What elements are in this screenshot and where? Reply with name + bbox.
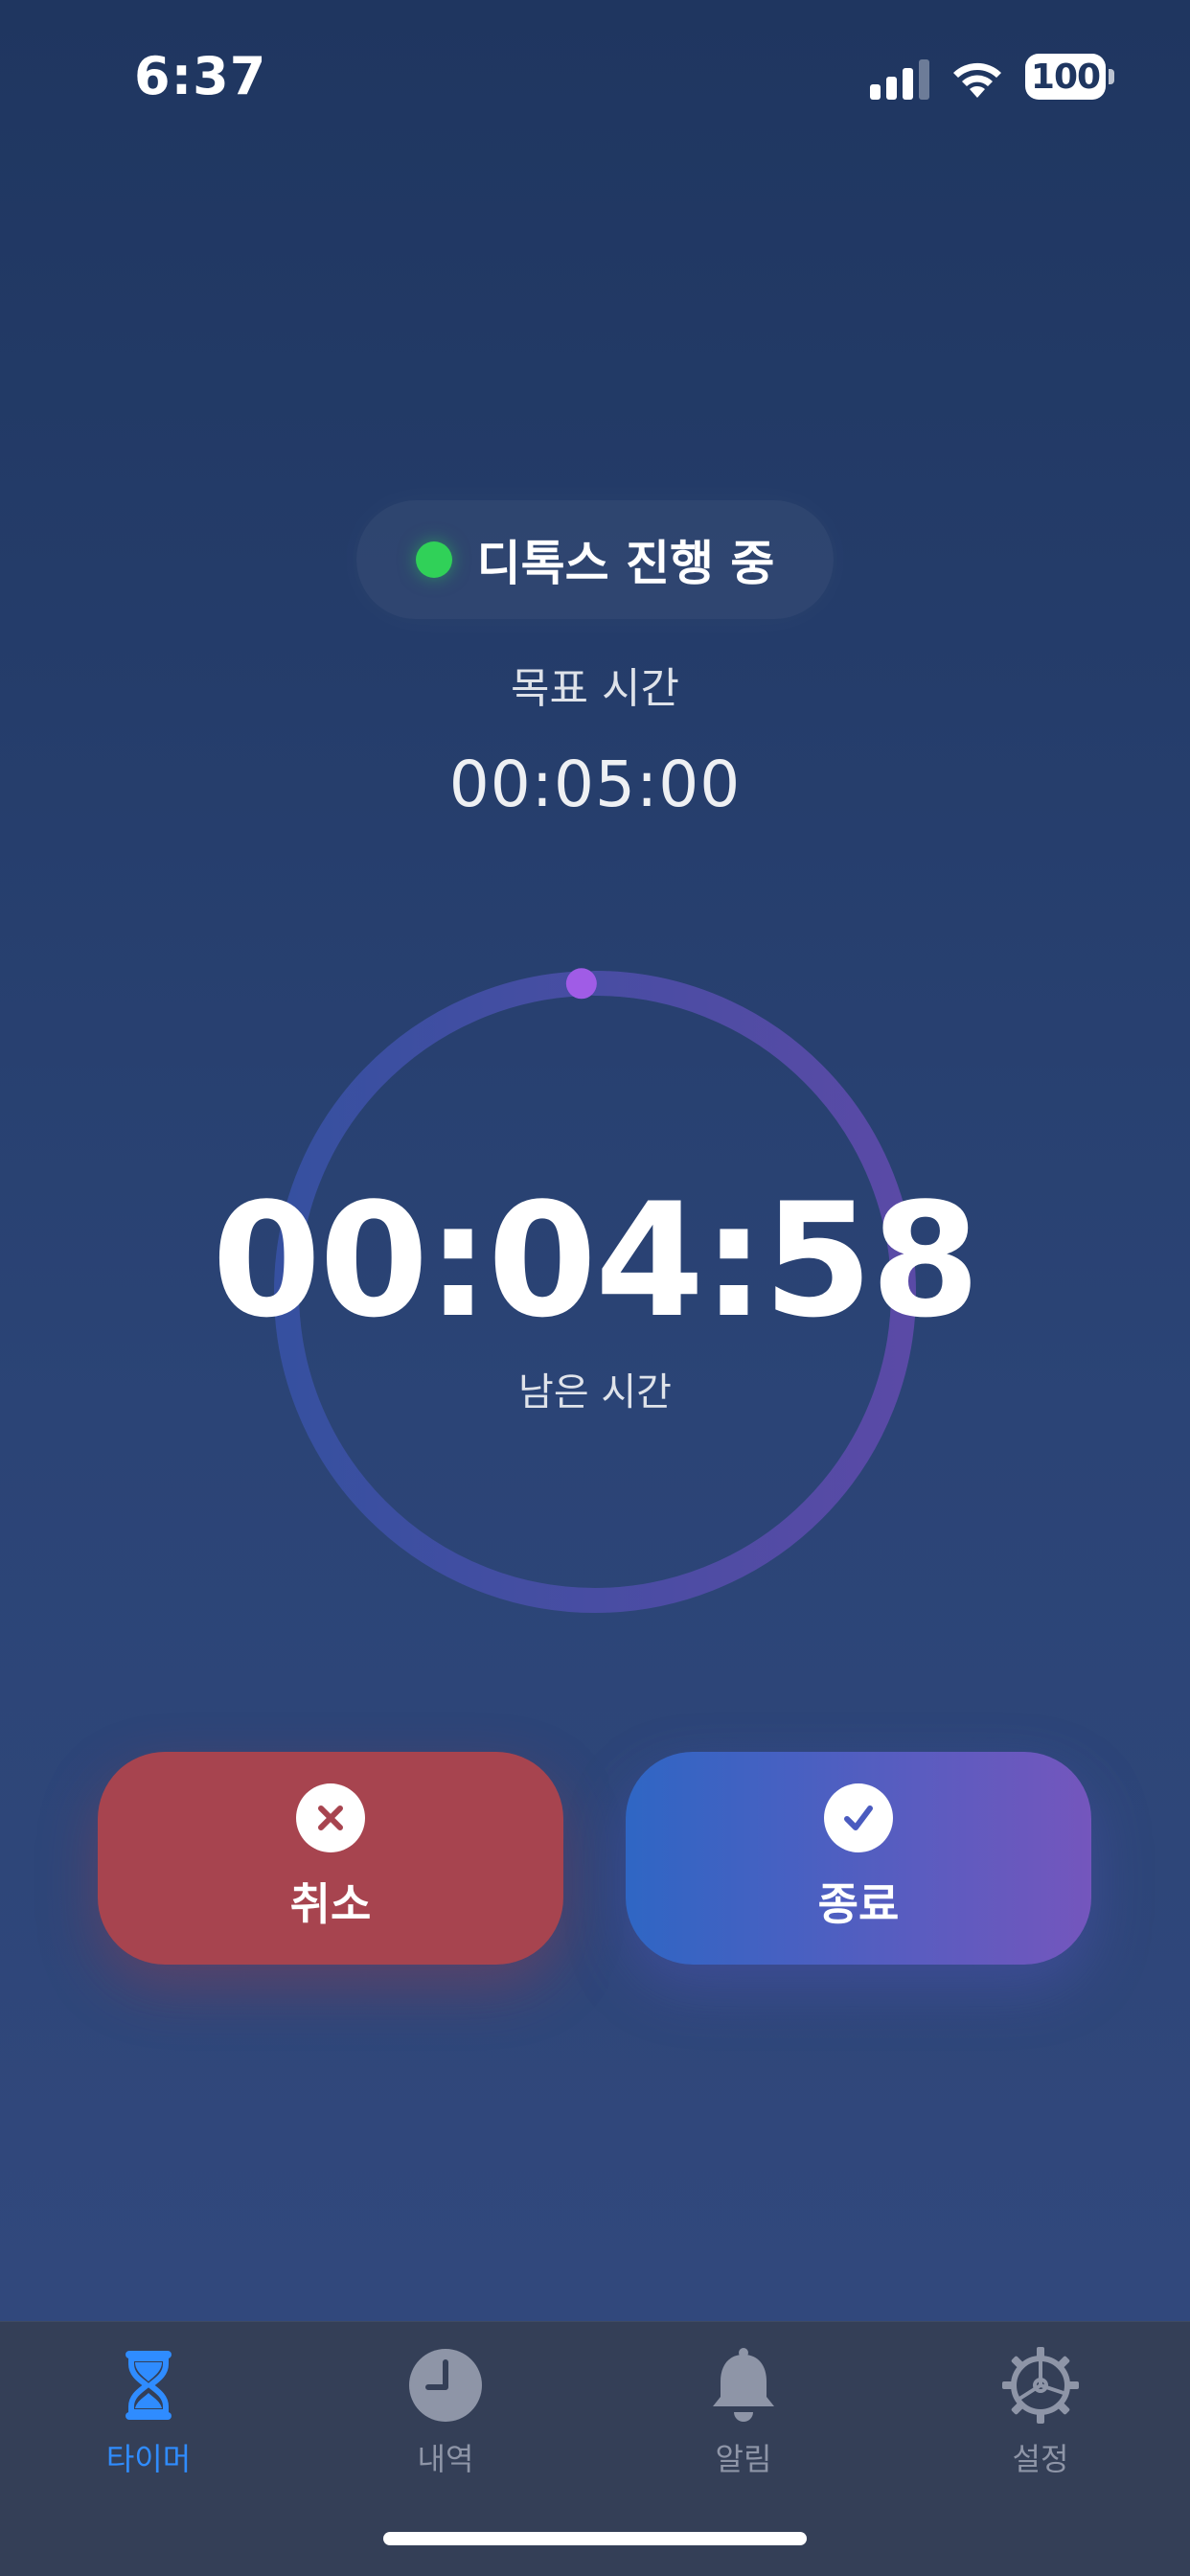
cellular-signal-icon bbox=[870, 59, 929, 100]
hourglass-icon bbox=[126, 2351, 172, 2420]
remaining-time-label: 남은 시간 bbox=[518, 1370, 672, 1414]
session-status-text: 디톡스 진행 중 bbox=[476, 536, 775, 591]
finish-button[interactable]: 종료 bbox=[626, 1752, 1091, 1965]
wifi-icon bbox=[953, 62, 1001, 98]
session-status-pill: 디톡스 진행 중 bbox=[356, 500, 834, 619]
battery-tip bbox=[1109, 69, 1114, 84]
close-icon bbox=[296, 1783, 365, 1852]
remaining-time-value: 00:04:58 bbox=[212, 1169, 980, 1352]
cancel-button[interactable]: 취소 bbox=[98, 1752, 563, 1965]
tab-timer-label: 타이머 bbox=[105, 2441, 192, 2477]
tab-settings[interactable]: 설정 bbox=[935, 2339, 1146, 2493]
goal-time-value: 00:05:00 bbox=[448, 748, 742, 821]
battery-level: 100 bbox=[1025, 54, 1106, 100]
tab-history-label: 내역 bbox=[417, 2441, 474, 2477]
tab-history[interactable]: 내역 bbox=[340, 2339, 551, 2493]
cancel-button-label: 취소 bbox=[289, 1878, 372, 1930]
progress-ring-knob bbox=[565, 968, 597, 1000]
status-time: 6:37 bbox=[134, 46, 267, 106]
home-indicator[interactable] bbox=[383, 2532, 807, 2545]
status-bar: 6:37 100 bbox=[0, 0, 1190, 163]
finish-button-label: 종료 bbox=[817, 1878, 900, 1930]
battery-indicator: 100 bbox=[1025, 54, 1114, 100]
clock-icon bbox=[409, 2349, 482, 2422]
checkmark-icon bbox=[824, 1783, 893, 1852]
tab-notifications-label: 알림 bbox=[715, 2441, 772, 2477]
goal-time-label: 목표 시간 bbox=[511, 664, 679, 713]
gear-icon bbox=[1002, 2347, 1079, 2424]
tab-settings-label: 설정 bbox=[1012, 2441, 1069, 2477]
tab-timer[interactable]: 타이머 bbox=[43, 2339, 254, 2493]
bell-icon bbox=[713, 2348, 774, 2422]
tab-notifications[interactable]: 알림 bbox=[638, 2339, 849, 2493]
active-status-dot bbox=[415, 541, 452, 578]
